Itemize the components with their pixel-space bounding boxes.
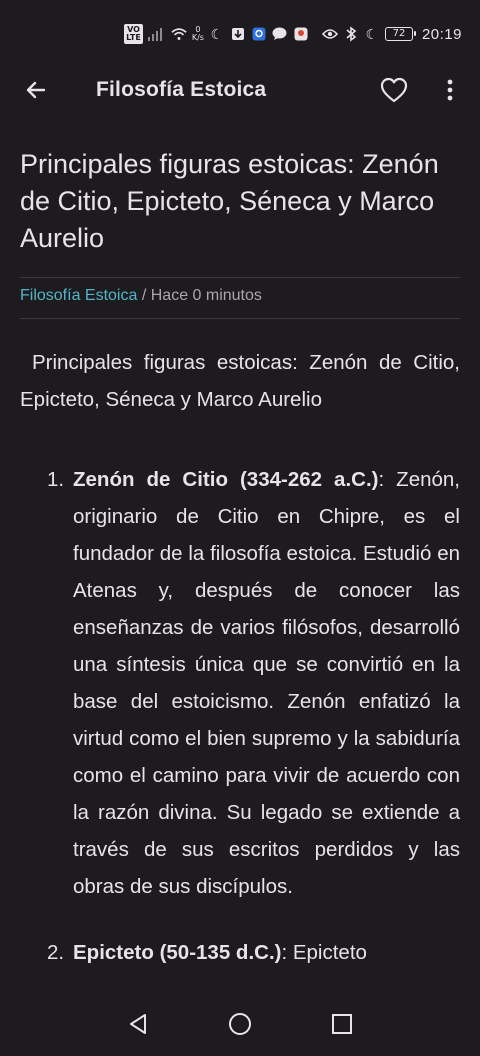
- list-item: 2. Epicteto (50-135 d.C.): Epicteto: [20, 934, 460, 971]
- article-body: Principales figuras estoicas: Zenón de C…: [20, 344, 460, 971]
- download-icon: [230, 26, 246, 42]
- status-bar: VO LTE 0 K/s ☾ ☾ 72 20:19: [0, 0, 480, 68]
- signal-icon: [147, 27, 166, 41]
- list-item-number: 2.: [47, 941, 65, 964]
- moon-icon: ☾: [210, 25, 224, 42]
- back-button[interactable]: [18, 74, 54, 110]
- square-recents-icon: [331, 1013, 353, 1040]
- system-nav-bar: [0, 996, 480, 1056]
- time-ago: Hace 0 minutos: [150, 287, 262, 304]
- more-options-button[interactable]: [432, 74, 468, 110]
- article-title: Principales figuras estoicas: Zenón de C…: [20, 149, 439, 253]
- figure-description: : Epicteto: [281, 941, 367, 964]
- list-item: 1. Zenón de Citio (334-262 a.C.): Zenón,…: [20, 461, 460, 905]
- clock: 20:19: [421, 25, 462, 43]
- figure-name: Zenón de Citio (334-262 a.C.): [73, 468, 379, 491]
- app-bar-title: Filosofía Estoica: [96, 78, 267, 101]
- heart-icon: [380, 77, 408, 108]
- app-bar: Filosofía Estoica: [0, 68, 480, 112]
- chat-bubble-icon: [272, 26, 288, 42]
- list-item-number: 1.: [47, 468, 65, 491]
- volte-bottom-label: LTE: [126, 33, 141, 42]
- category-link[interactable]: Filosofía Estoica: [20, 287, 137, 304]
- figure-name: Epicteto (50-135 d.C.): [73, 941, 282, 964]
- circle-home-icon: [228, 1012, 252, 1041]
- meta-separator: /: [137, 287, 151, 304]
- nav-back-button[interactable]: [124, 1012, 152, 1040]
- app-shield-icon: [251, 26, 267, 42]
- bluetooth-icon: [343, 26, 359, 42]
- status-icons: VO LTE 0 K/s ☾ ☾ 72 20:19: [124, 22, 462, 46]
- battery-indicator: 72: [384, 27, 416, 41]
- wifi-icon: [171, 26, 187, 42]
- figures-list: 1. Zenón de Citio (334-262 a.C.): Zenón,…: [20, 461, 460, 971]
- network-speed: 0 K/s: [192, 26, 204, 42]
- arrow-left-icon: [24, 78, 48, 107]
- map-pin-icon: [293, 26, 309, 42]
- article-intro: Principales figuras estoicas: Zenón de C…: [20, 351, 460, 411]
- nav-recents-button[interactable]: [328, 1012, 356, 1040]
- divider-top: [20, 277, 460, 278]
- divider-bottom: [20, 318, 460, 319]
- article-meta: Filosofía Estoica / Hace 0 minutos: [20, 287, 262, 305]
- eye-icon: [321, 26, 338, 42]
- do-not-disturb-moon-icon: ☾: [365, 25, 379, 42]
- more-vertical-icon: [447, 79, 453, 106]
- volte-icon: VO LTE: [124, 24, 143, 44]
- favorite-button[interactable]: [376, 74, 412, 110]
- nav-home-button[interactable]: [226, 1012, 254, 1040]
- network-speed-unit: K/s: [191, 33, 204, 42]
- figure-description: : Zenón, originario de Citio en Chipre, …: [73, 468, 460, 898]
- triangle-back-icon: [127, 1012, 149, 1041]
